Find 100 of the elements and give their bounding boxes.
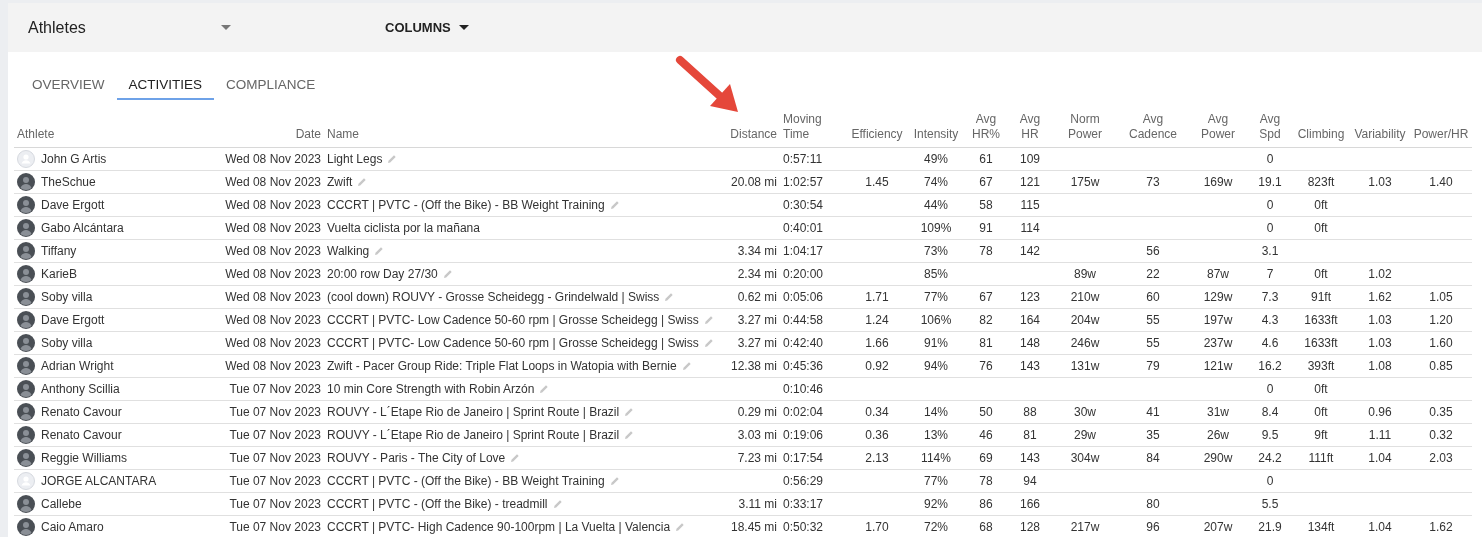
activity-name[interactable]: Zwift - Pacer Group Ride: Triple Flat Loops in Watopia with Bernie bbox=[327, 359, 677, 373]
athlete-name[interactable]: Renato Cavour bbox=[41, 405, 122, 419]
table-cell: 0.62 mi bbox=[737, 290, 777, 304]
columns-menu-button[interactable]: COLUMNS bbox=[385, 16, 469, 39]
table-cell: 129w bbox=[1203, 290, 1233, 304]
activity-name[interactable]: CCCRT | PVTC - (Off the Bike) - treadmill bbox=[327, 497, 548, 511]
pencil-icon[interactable] bbox=[609, 200, 620, 210]
table-cell: 13% bbox=[924, 428, 948, 442]
table-cell: 0:33:17 bbox=[783, 497, 824, 511]
avatar bbox=[17, 426, 35, 444]
activity-name[interactable]: Vuelta ciclista por la mañana bbox=[327, 221, 480, 235]
pencil-icon[interactable] bbox=[552, 499, 563, 509]
table-cell: 0:42:40 bbox=[783, 336, 824, 350]
column-header[interactable]: Name bbox=[327, 127, 359, 142]
column-header[interactable]: Avg Power bbox=[1201, 112, 1235, 142]
pencil-icon[interactable] bbox=[510, 453, 521, 463]
pencil-icon[interactable] bbox=[703, 315, 714, 325]
athlete-name[interactable]: Renato Cavour bbox=[41, 428, 122, 442]
activity-name[interactable]: Zwift bbox=[327, 175, 353, 189]
pencil-icon[interactable] bbox=[387, 154, 398, 164]
activity-name[interactable]: 20:00 row Day 27/30 bbox=[327, 267, 438, 281]
pencil-icon[interactable] bbox=[539, 384, 550, 394]
pencil-icon[interactable] bbox=[357, 177, 368, 187]
athlete-name[interactable]: Soby villa bbox=[41, 290, 93, 304]
activity-name[interactable]: CCCRT | PVTC - (Off the Bike) - BB Weight Training bbox=[327, 474, 605, 488]
view-dropdown[interactable]: Athletes bbox=[28, 18, 221, 37]
column-header[interactable]: Date bbox=[295, 127, 321, 142]
table-cell: 4.3 bbox=[1261, 313, 1279, 327]
table-cell: 60 bbox=[1146, 290, 1160, 304]
athlete-name[interactable]: Callebe bbox=[41, 497, 82, 511]
athlete-name[interactable]: Reggie Williams bbox=[41, 451, 128, 465]
table-cell: 8.4 bbox=[1261, 405, 1279, 419]
athlete-name[interactable]: Adrian Wright bbox=[41, 359, 114, 373]
avatar bbox=[17, 242, 35, 260]
athlete-name[interactable]: TheSchue bbox=[41, 175, 96, 189]
column-header[interactable]: Intensity bbox=[913, 127, 959, 142]
table-cell: 24.2 bbox=[1258, 451, 1282, 465]
athlete-name[interactable]: JORGE ALCANTARA bbox=[41, 474, 157, 488]
column-header[interactable]: Athlete bbox=[17, 127, 55, 142]
athlete-name[interactable]: Soby villa bbox=[41, 336, 93, 350]
table-cell: 86 bbox=[979, 497, 993, 511]
activity-name[interactable]: Walking bbox=[327, 244, 370, 258]
table-cell: 7.23 mi bbox=[737, 451, 777, 465]
column-header[interactable]: Moving Time bbox=[783, 112, 822, 142]
table-cell: 0:19:06 bbox=[783, 428, 824, 442]
column-header[interactable]: Avg HR% bbox=[972, 112, 1000, 142]
activity-name[interactable]: CCCRT | PVTC- Low Cadence 50-60 rpm | Grosse Scheidegg | Swiss bbox=[327, 313, 699, 327]
activity-name[interactable]: 10 min Core Strength with Robin Arzón bbox=[327, 382, 535, 396]
avatar bbox=[17, 196, 35, 214]
athlete-name[interactable]: John G Artis bbox=[41, 152, 107, 166]
column-header[interactable]: Efficiency bbox=[851, 127, 903, 142]
column-header[interactable]: Variability bbox=[1354, 127, 1406, 142]
column-header[interactable]: Power/HR bbox=[1413, 127, 1469, 142]
table-cell: 3.27 mi bbox=[737, 336, 777, 350]
table-cell: 82 bbox=[979, 313, 993, 327]
table-cell: 55 bbox=[1146, 336, 1160, 350]
dropdown-caret-icon[interactable] bbox=[221, 25, 231, 30]
table-cell: 1.40 bbox=[1429, 175, 1453, 189]
activity-name[interactable]: CCCRT | PVTC - (Off the Bike) - BB Weight Training bbox=[327, 198, 605, 212]
pencil-icon[interactable] bbox=[664, 292, 675, 302]
activity-name[interactable]: (cool down) ROUVY - Grosse Scheidegg - Grindelwald | Swiss bbox=[327, 290, 660, 304]
avatar bbox=[17, 173, 35, 191]
athlete-name[interactable]: KarieB bbox=[41, 267, 78, 281]
activity-name[interactable]: Light Legs bbox=[327, 152, 383, 166]
column-header[interactable]: Avg Cadence bbox=[1128, 112, 1177, 142]
pencil-icon[interactable] bbox=[374, 246, 385, 256]
athlete-name[interactable]: Gabo Alcántara bbox=[41, 221, 124, 235]
pencil-icon[interactable] bbox=[703, 338, 714, 348]
pencil-icon[interactable] bbox=[609, 476, 620, 486]
tab[interactable]: ACTIVITIES bbox=[116, 70, 215, 100]
athlete-name[interactable]: Tiffany bbox=[41, 244, 77, 258]
column-header[interactable]: Distance bbox=[730, 127, 777, 142]
column-header[interactable]: Norm Power bbox=[1068, 112, 1102, 142]
pencil-icon[interactable] bbox=[681, 361, 692, 371]
table-cell: 0:10:46 bbox=[783, 382, 824, 396]
activity-name[interactable]: ROUVY - Paris - The City of Love bbox=[327, 451, 506, 465]
column-header[interactable]: Avg Spd bbox=[1259, 112, 1281, 142]
pencil-icon[interactable] bbox=[675, 522, 686, 532]
column-header[interactable]: Avg HR bbox=[1019, 112, 1041, 142]
tab[interactable]: OVERVIEW bbox=[20, 70, 117, 100]
athlete-name[interactable]: Anthony Scillia bbox=[41, 382, 120, 396]
table-cell: 3.27 mi bbox=[737, 313, 777, 327]
table-cell: 114% bbox=[921, 451, 951, 465]
tab[interactable]: COMPLIANCE bbox=[214, 70, 328, 100]
activity-name[interactable]: CCCRT | PVTC- Low Cadence 50-60 rpm | Grosse Scheidegg | Swiss bbox=[327, 336, 699, 350]
athlete-name[interactable]: Dave Ergott bbox=[41, 198, 105, 212]
activity-name[interactable]: CCCRT | PVTC- High Cadence 90-100rpm | La Vuelta | Valencia bbox=[327, 520, 671, 534]
table-cell: Wed 08 Nov 2023 bbox=[225, 198, 321, 212]
table-cell: Wed 08 Nov 2023 bbox=[225, 152, 321, 166]
pencil-icon[interactable] bbox=[624, 407, 635, 417]
pencil-icon[interactable] bbox=[442, 269, 453, 279]
athlete-name[interactable]: Dave Ergott bbox=[41, 313, 105, 327]
activity-name[interactable]: ROUVY - L´Etape Rio de Janeiro | Sprint Route | Brazil bbox=[327, 405, 620, 419]
column-header[interactable]: Climbing bbox=[1297, 127, 1345, 142]
pencil-icon[interactable] bbox=[624, 430, 635, 440]
athlete-name[interactable]: Caio Amaro bbox=[41, 520, 104, 534]
table-cell: 148 bbox=[1020, 336, 1040, 350]
activity-name[interactable]: ROUVY - L´Etape Rio de Janeiro | Sprint Route | Brazil bbox=[327, 428, 620, 442]
avatar bbox=[17, 495, 35, 513]
table-cell: Tue 07 Nov 2023 bbox=[229, 451, 321, 465]
